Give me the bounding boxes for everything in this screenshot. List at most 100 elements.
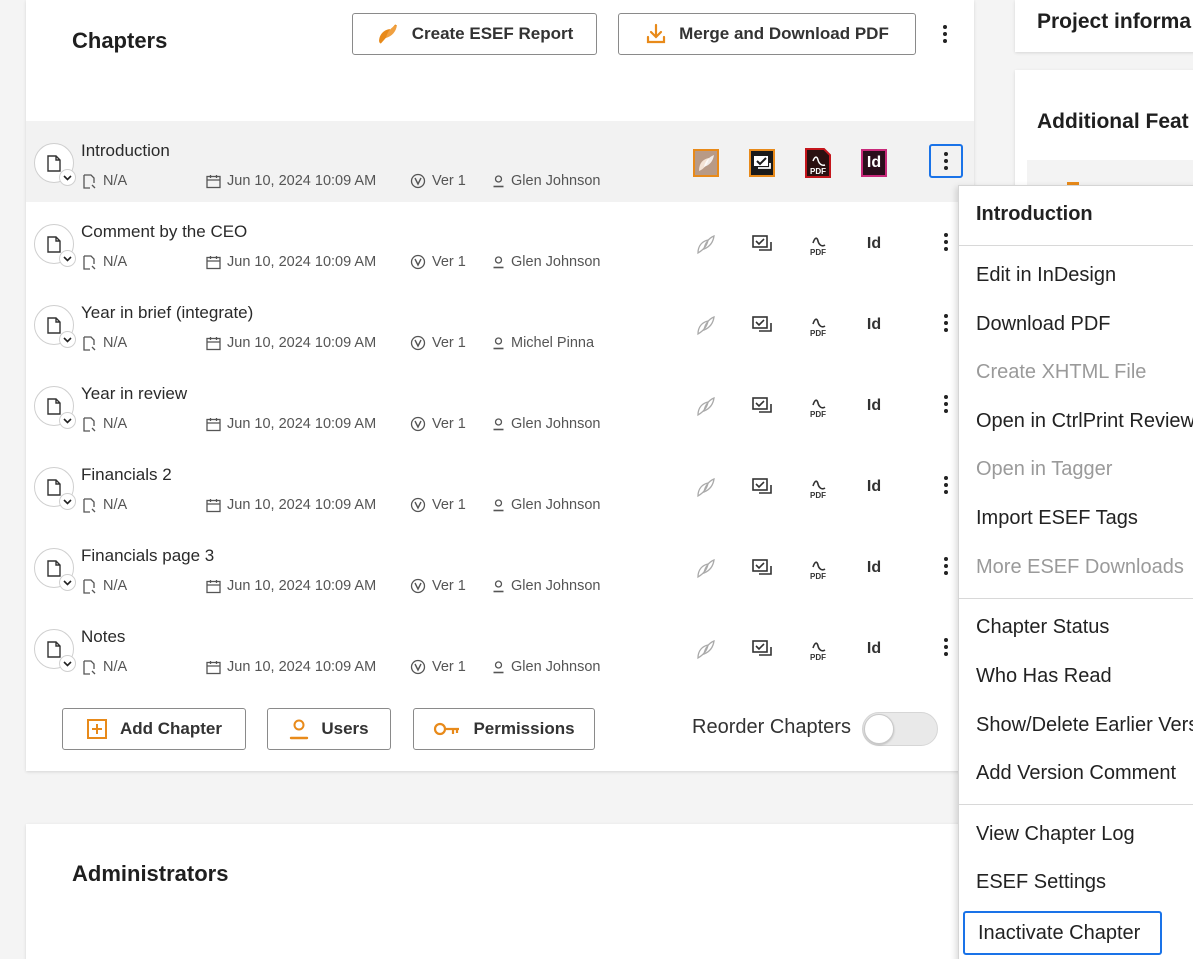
chapter-date-value: Jun 10, 2024 10:09 AM [227, 173, 377, 189]
chevron-down-icon[interactable] [59, 250, 76, 267]
chapter-date: Jun 10, 2024 10:09 AM [206, 659, 376, 675]
document-status-icon [83, 578, 96, 594]
review-comment-icon[interactable] [749, 311, 775, 339]
menu-item-open-in-ctrlprint-review[interactable]: Open in CtrlPrint Review [959, 399, 1193, 443]
indesign-icon[interactable]: Id [861, 311, 887, 339]
menu-item-open-in-tagger[interactable]: Open in Tagger [959, 447, 1193, 491]
menu-header: Introduction [976, 202, 1093, 225]
chapter-more-menu-button[interactable] [929, 144, 963, 178]
review-comment-icon[interactable] [749, 392, 775, 420]
version-icon [410, 497, 426, 513]
menu-item-import-esef-tags[interactable]: Import ESEF Tags [959, 496, 1193, 540]
chapter-title[interactable]: Comment by the CEO [81, 222, 247, 242]
chevron-down-icon[interactable] [59, 169, 76, 186]
review-comment-icon[interactable] [749, 149, 775, 177]
chapter-status-value: N/A [103, 659, 128, 675]
pdf-icon-label: PDF [810, 491, 826, 500]
chapter-row-financials-2[interactable]: Financials 2 N/A Jun 10, 2024 10:09 AM Ver … [26, 445, 974, 526]
review-comment-icon[interactable] [749, 473, 775, 501]
chapter-status-value: N/A [103, 173, 128, 189]
pdf-icon[interactable]: PDF [805, 311, 831, 339]
review-comment-icon[interactable] [749, 635, 775, 663]
menu-item-view-chapter-log[interactable]: View Chapter Log [959, 812, 1193, 856]
chapter-row-year-in-review[interactable]: Year in review N/A Jun 10, 2024 10:09 AM Ve… [26, 364, 974, 445]
chapter-title[interactable]: Financials page 3 [81, 546, 214, 566]
calendar-icon [206, 417, 221, 431]
menu-item-create-xhtml-file[interactable]: Create XHTML File [959, 350, 1193, 394]
chapter-title[interactable]: Financials 2 [81, 465, 172, 485]
chapter-title[interactable]: Introduction [81, 141, 170, 161]
chapter-status-value: N/A [103, 578, 128, 594]
chapter-date-value: Jun 10, 2024 10:09 AM [227, 578, 377, 594]
review-comment-icon[interactable] [749, 554, 775, 582]
chapter-title[interactable]: Notes [81, 627, 125, 647]
esef-leaf-icon[interactable] [693, 554, 719, 582]
menu-item-add-version-comment[interactable]: Add Version Comment [959, 751, 1193, 795]
indesign-icon[interactable]: Id [861, 554, 887, 582]
esef-leaf-icon[interactable] [693, 149, 719, 177]
menu-item-inactivate-chapter[interactable]: Inactivate Chapter [963, 911, 1162, 955]
indesign-icon[interactable]: Id [861, 473, 887, 501]
esef-leaf-icon[interactable] [693, 635, 719, 663]
document-status-icon [83, 173, 96, 189]
chapter-row-year-in-brief-integrate[interactable]: Year in brief (integrate) N/A Jun 10, 2024… [26, 283, 974, 364]
create-esef-report-button[interactable]: Create ESEF Report [352, 13, 597, 55]
user-icon [493, 337, 504, 350]
indesign-icon[interactable]: Id [861, 230, 887, 258]
esef-leaf-icon[interactable] [693, 392, 719, 420]
chapter-row-financials-page-3[interactable]: Financials page 3 N/A Jun 10, 2024 10:09 A… [26, 526, 974, 607]
menu-item-download-pdf[interactable]: Download PDF [959, 302, 1193, 346]
chevron-down-icon[interactable] [59, 574, 76, 591]
chapter-status: N/A [83, 254, 127, 270]
chapters-more-menu-button[interactable] [928, 17, 962, 51]
permissions-label: Permissions [473, 719, 575, 738]
indesign-icon-label: Id [866, 316, 882, 333]
esef-leaf-icon[interactable] [693, 230, 719, 258]
chapter-title[interactable]: Year in review [81, 384, 187, 404]
pdf-icon[interactable]: PDF [805, 392, 831, 420]
users-button[interactable]: Users [267, 708, 391, 750]
add-chapter-button[interactable]: Add Chapter [62, 708, 246, 750]
chapter-title[interactable]: Year in brief (integrate) [81, 303, 253, 323]
chevron-down-icon[interactable] [59, 493, 76, 510]
pdf-icon[interactable]: PDF [805, 230, 831, 258]
pdf-icon[interactable]: PDF [805, 635, 831, 663]
esef-leaf-icon[interactable] [693, 311, 719, 339]
permissions-button[interactable]: Permissions [413, 708, 595, 750]
chapter-row-introduction[interactable]: Introduction N/A Jun 10, 2024 10:09 AM Ver … [26, 121, 974, 202]
menu-item-edit-in-indesign[interactable]: Edit in InDesign [959, 253, 1193, 297]
chevron-down-icon[interactable] [59, 655, 76, 672]
indesign-icon[interactable]: Id [861, 635, 887, 663]
chevron-down-icon[interactable] [59, 412, 76, 429]
chapter-user: Glen Johnson [492, 173, 600, 189]
indesign-icon[interactable]: Id [861, 392, 887, 420]
chapter-row-comment-by-the-ceo[interactable]: Comment by the CEO N/A Jun 10, 2024 10:09 … [26, 202, 974, 283]
pdf-icon[interactable]: PDF [805, 148, 831, 178]
chapter-row-notes[interactable]: Notes N/A Jun 10, 2024 10:09 AM Ver 1 Glen J… [26, 607, 974, 688]
menu-item-esef-settings[interactable]: ESEF Settings [959, 860, 1193, 904]
menu-item-show-delete-earlier-versions[interactable]: Show/Delete Earlier Vers [959, 703, 1193, 747]
user-icon [493, 418, 504, 431]
chapter-date: Jun 10, 2024 10:09 AM [206, 254, 376, 270]
project-information-title[interactable]: Project informa [1037, 10, 1191, 34]
indesign-icon-label: Id [866, 397, 882, 414]
chapter-date-value: Jun 10, 2024 10:09 AM [227, 254, 377, 270]
chapter-user: Michel Pinna [492, 335, 594, 351]
chapter-user: Glen Johnson [492, 578, 600, 594]
review-comment-icon[interactable] [749, 230, 775, 258]
chapter-user-value: Glen Johnson [511, 659, 601, 675]
pdf-icon[interactable]: PDF [805, 554, 831, 582]
pdf-icon-label: PDF [810, 248, 826, 257]
calendar-icon [206, 255, 221, 269]
menu-item-chapter-status[interactable]: Chapter Status [959, 605, 1193, 649]
pdf-icon[interactable]: PDF [805, 473, 831, 501]
chevron-down-icon[interactable] [59, 331, 76, 348]
reorder-chapters-toggle[interactable] [862, 712, 938, 746]
menu-item-who-has-read[interactable]: Who Has Read [959, 654, 1193, 698]
menu-item-more-esef-downloads[interactable]: More ESEF Downloads [959, 545, 1193, 589]
chapter-user: Glen Johnson [492, 254, 600, 270]
esef-leaf-icon[interactable] [693, 473, 719, 501]
calendar-icon [206, 660, 221, 674]
merge-download-pdf-button[interactable]: Merge and Download PDF [618, 13, 916, 55]
indesign-icon[interactable]: Id [861, 149, 887, 177]
